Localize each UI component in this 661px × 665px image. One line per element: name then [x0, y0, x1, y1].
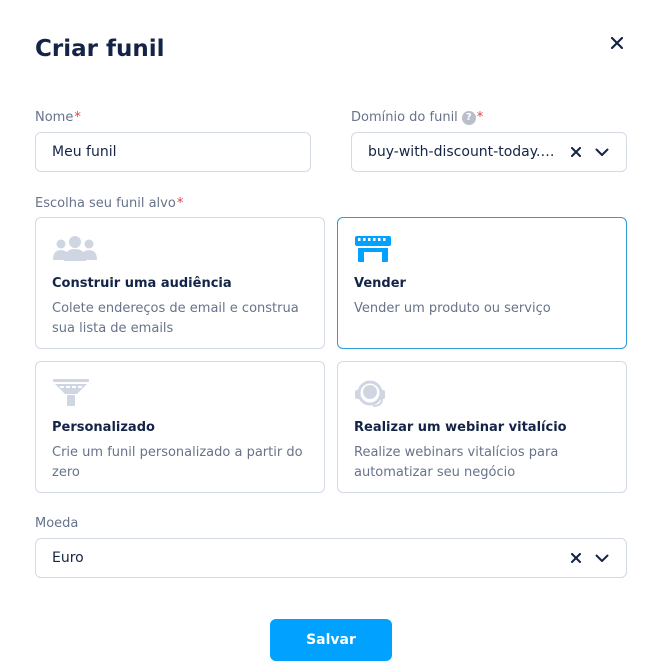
target-label: Escolha seu funil alvo*: [35, 196, 183, 211]
clear-currency-button[interactable]: [568, 550, 584, 566]
card-build-audience[interactable]: Construir uma audiência Colete endereços…: [35, 217, 325, 349]
funnel-icon: [53, 379, 89, 406]
dialog-title: Criar funil: [35, 36, 165, 62]
audience-icon: [53, 236, 97, 261]
domain-dropdown-toggle[interactable]: [594, 144, 610, 160]
currency-label: Moeda: [35, 516, 79, 531]
close-icon: [611, 37, 623, 49]
name-label-text: Nome: [35, 110, 74, 125]
card-title: Construir uma audiência: [52, 276, 232, 291]
target-label-text: Escolha seu funil alvo: [35, 196, 176, 211]
name-input[interactable]: Meu funil: [35, 132, 311, 172]
currency-select-value: Euro: [52, 550, 84, 566]
domain-select[interactable]: buy-with-discount-today.systeme.io: [351, 132, 627, 172]
close-icon: [571, 553, 581, 563]
clear-domain-button[interactable]: [568, 144, 584, 160]
chevron-down-icon: [595, 148, 609, 156]
card-lifetime-webinar[interactable]: Realizar um webinar vitalício Realize we…: [337, 361, 627, 493]
card-description: Realize webinars vitalícios para automat…: [354, 445, 559, 480]
required-mark: *: [74, 110, 81, 125]
chevron-down-icon: [595, 554, 609, 562]
close-button[interactable]: [607, 33, 627, 53]
card-title: Vender: [354, 276, 406, 291]
currency-select[interactable]: Euro: [35, 538, 627, 578]
card-sell[interactable]: Vender Vender um produto ou serviço: [337, 217, 627, 349]
card-description: Crie um funil personalizado a partir do …: [52, 445, 303, 480]
required-mark: *: [476, 110, 484, 125]
name-input-value: Meu funil: [52, 144, 117, 160]
domain-select-value: buy-with-discount-today.systeme.io: [368, 144, 560, 160]
domain-label-text: Domínio do funil: [351, 110, 458, 125]
currency-dropdown-toggle[interactable]: [594, 550, 610, 566]
save-button[interactable]: Salvar: [270, 619, 392, 661]
card-description: Colete endereços de email e construa sua…: [52, 301, 299, 336]
card-title: Realizar um webinar vitalício: [354, 420, 567, 435]
domain-label: Domínio do funil? *: [351, 110, 483, 125]
close-icon: [571, 147, 581, 157]
card-title: Personalizado: [52, 420, 155, 435]
card-custom[interactable]: Personalizado Crie um funil personalizad…: [35, 361, 325, 493]
name-label: Nome*: [35, 110, 81, 125]
required-mark: *: [176, 196, 184, 211]
store-icon: [355, 236, 391, 262]
webinar-icon: [355, 380, 385, 407]
help-icon[interactable]: ?: [461, 110, 476, 125]
card-description: Vender um produto ou serviço: [354, 301, 551, 316]
